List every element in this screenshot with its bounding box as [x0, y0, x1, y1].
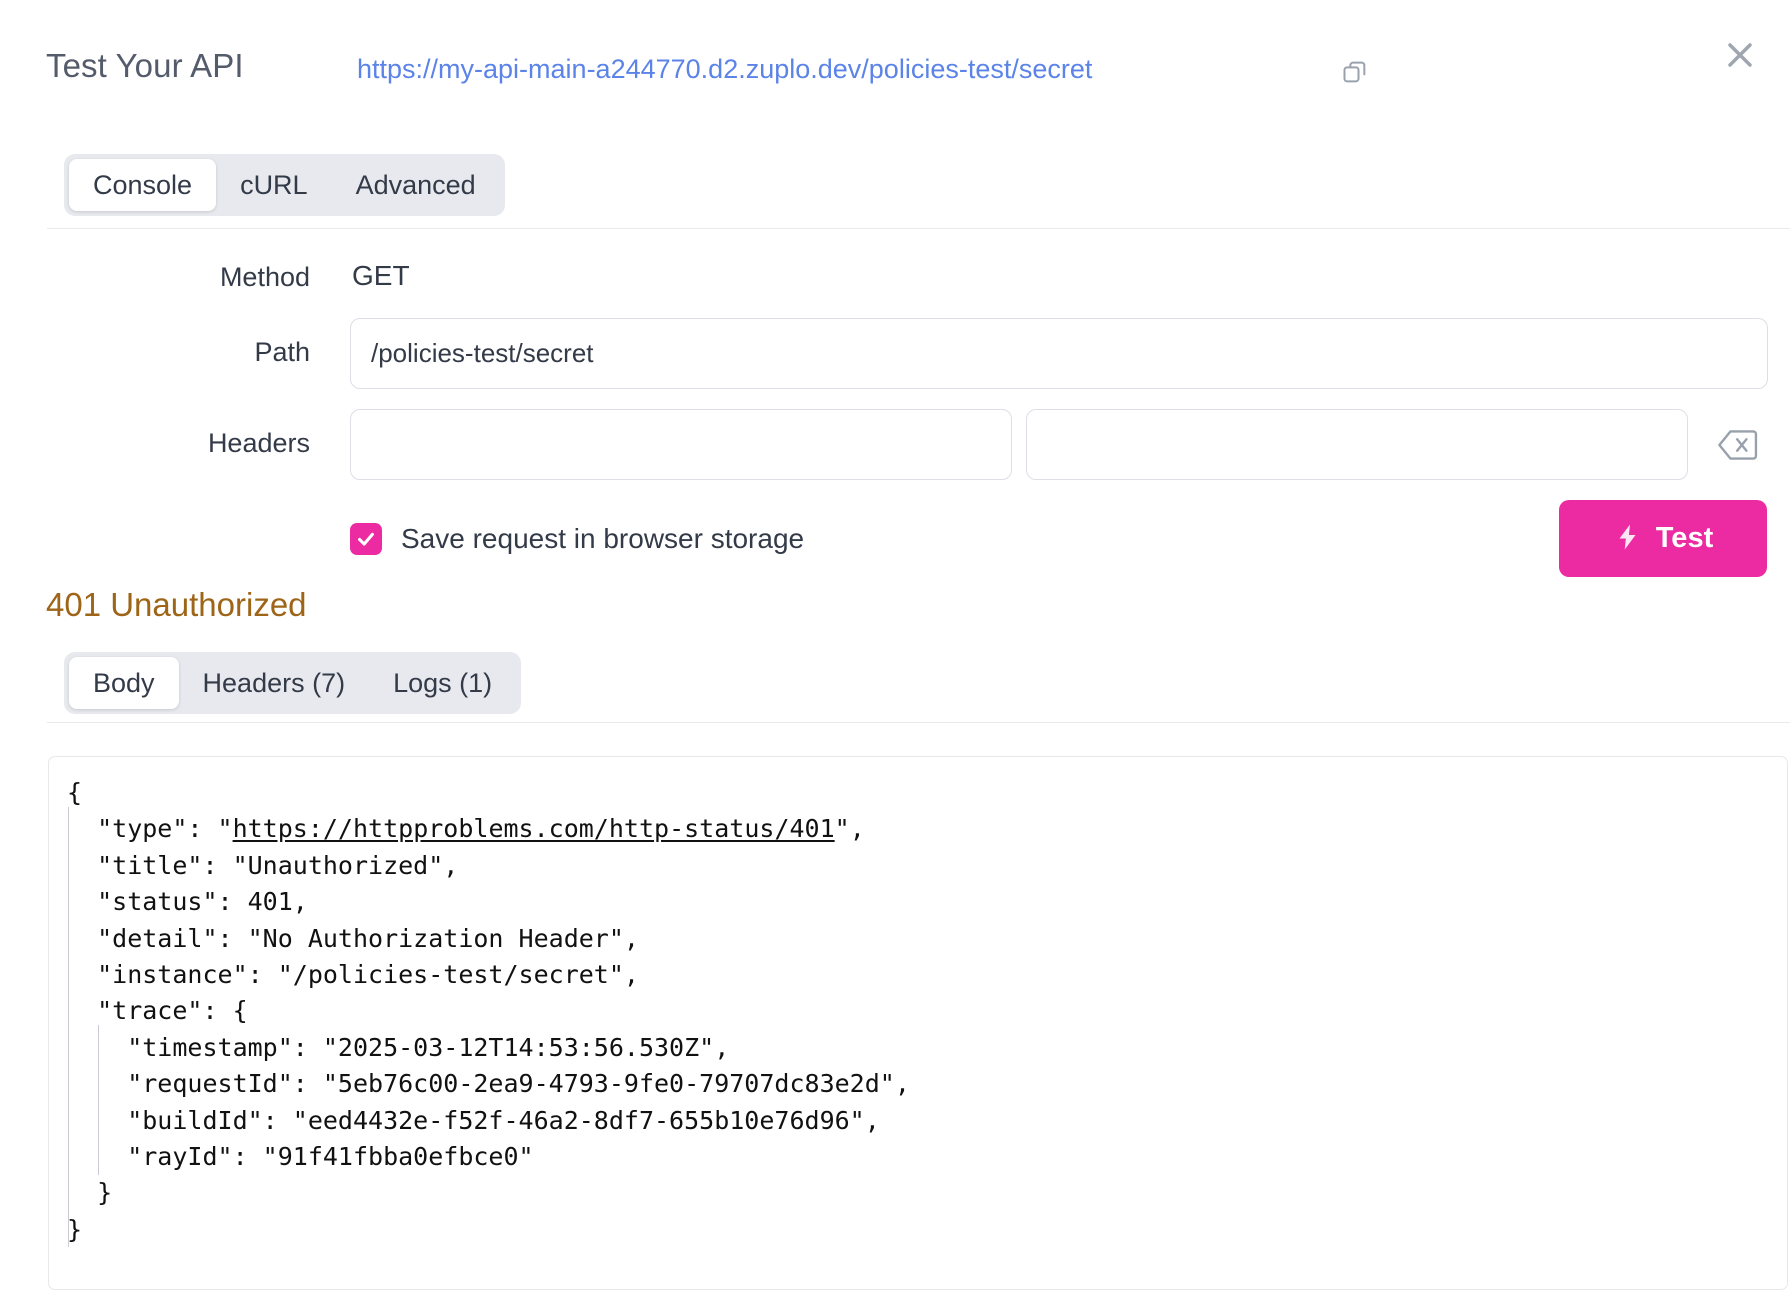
save-request-row[interactable]: Save request in browser storage — [350, 523, 804, 555]
save-request-checkbox[interactable] — [350, 523, 382, 555]
method-label: Method — [219, 262, 310, 292]
check-icon — [358, 532, 374, 546]
tab-curl[interactable]: cURL — [216, 159, 332, 211]
status-badge: 401 Unauthorized — [46, 586, 307, 623]
path-input[interactable] — [350, 318, 1768, 389]
lightning-bolt-icon — [1613, 522, 1643, 555]
test-button[interactable]: Test — [1559, 500, 1767, 577]
close-icon[interactable] — [1718, 33, 1762, 77]
header-value-input[interactable] — [1026, 409, 1688, 480]
path-label: Path — [254, 337, 310, 367]
tab-body[interactable]: Body — [69, 657, 179, 709]
dialog-header: Test Your API https://my-api-main-a24477… — [0, 0, 1790, 128]
test-button-label: Test — [1655, 522, 1714, 554]
response-body-code: { "type": "https://httpproblems.com/http… — [49, 757, 1787, 1248]
backspace-clear-icon[interactable] — [1716, 425, 1760, 465]
response-tab-group: Body Headers (7) Logs (1) — [64, 652, 522, 714]
header-divider — [47, 228, 1790, 229]
header-key-input[interactable] — [350, 409, 1012, 480]
api-url-link[interactable]: https://my-api-main-a244770.d2.zuplo.dev… — [357, 54, 1092, 85]
method-value: GET — [352, 260, 410, 291]
page-title: Test Your API — [46, 47, 244, 84]
save-request-label: Save request in browser storage — [401, 523, 805, 554]
request-tab-group: Console cURL Advanced — [64, 154, 505, 216]
headers-label: Headers — [207, 428, 310, 458]
tab-logs[interactable]: Logs (1) — [369, 657, 516, 709]
tab-console[interactable]: Console — [69, 159, 217, 211]
tab-headers[interactable]: Headers (7) — [179, 657, 370, 709]
response-divider — [47, 722, 1790, 723]
response-body-panel[interactable]: { "type": "https://httpproblems.com/http… — [48, 756, 1788, 1290]
copy-icon[interactable] — [1341, 58, 1369, 86]
tab-advanced[interactable]: Advanced — [332, 159, 500, 211]
